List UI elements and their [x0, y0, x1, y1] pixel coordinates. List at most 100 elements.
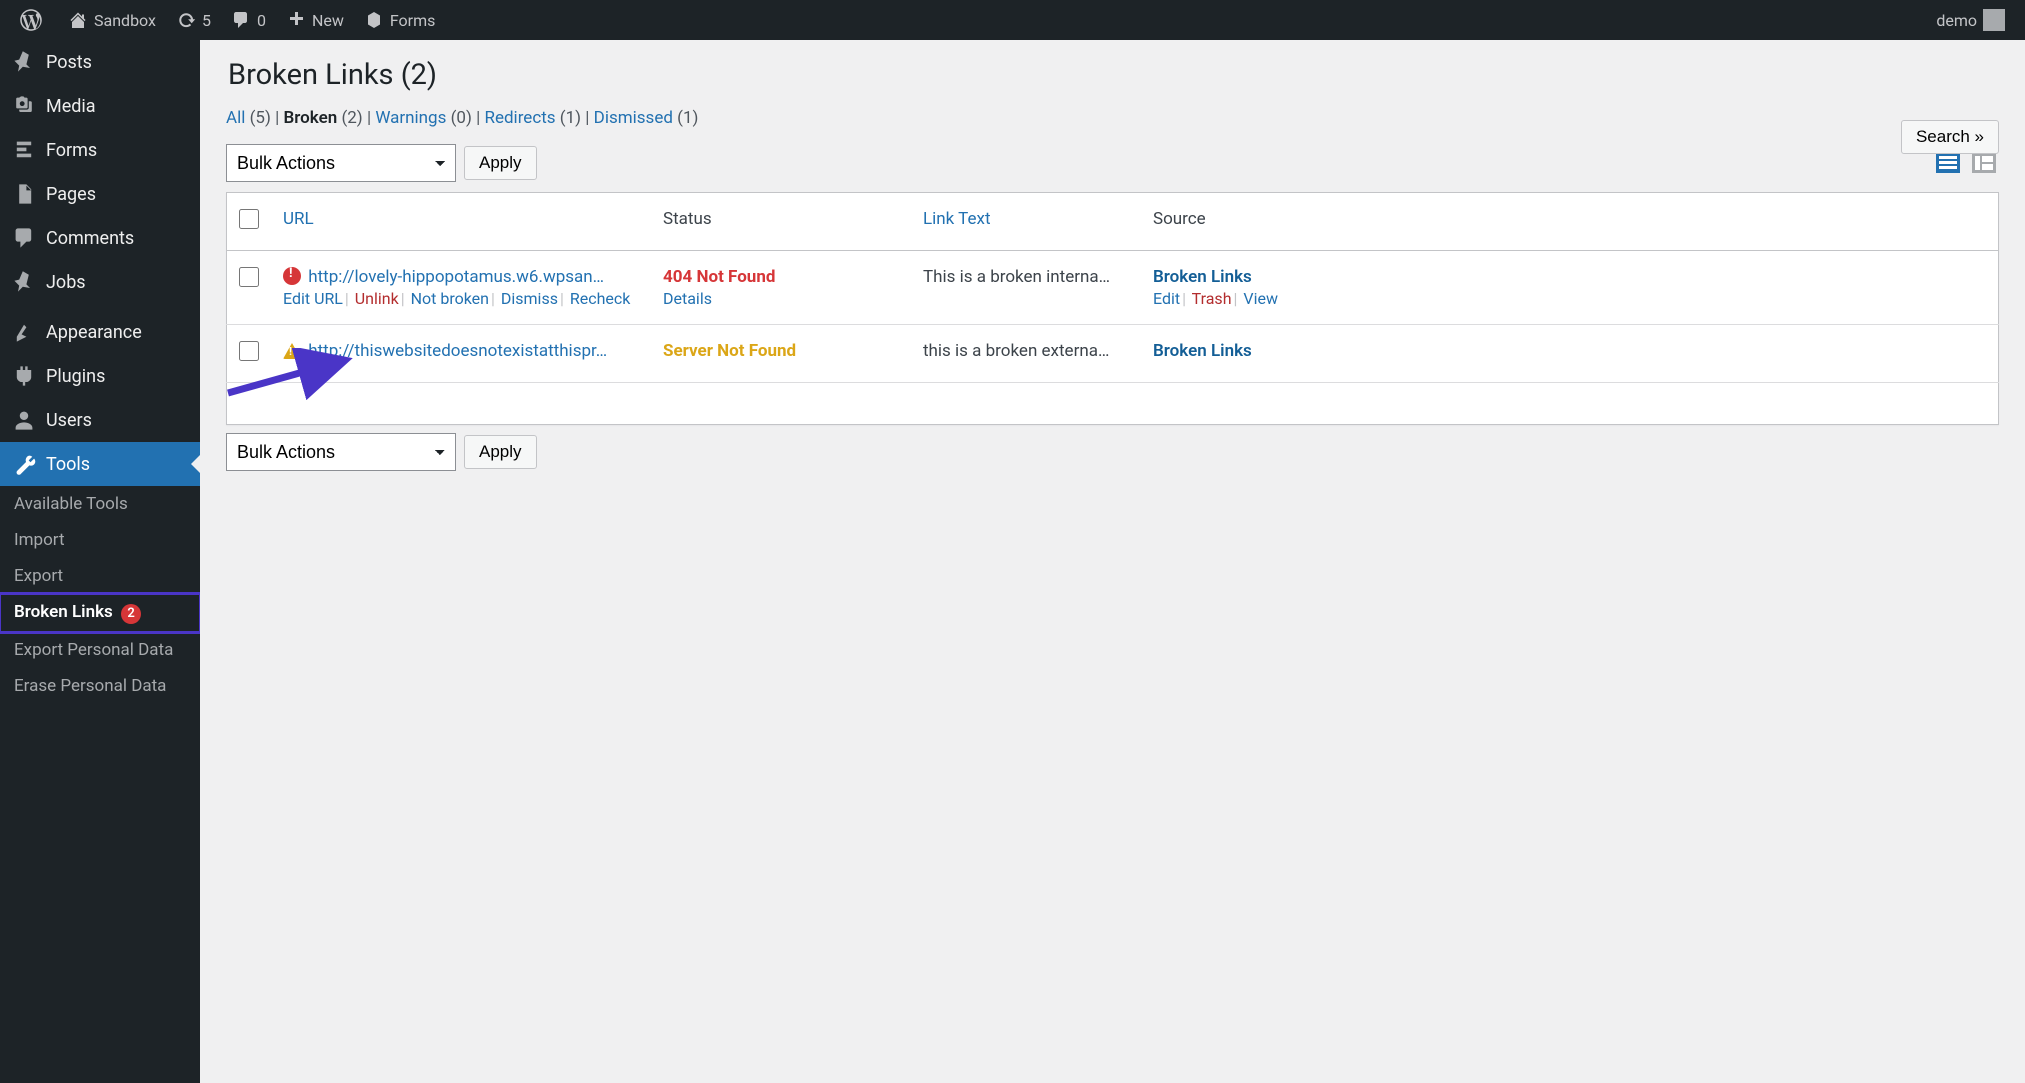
error-icon	[283, 267, 301, 285]
update-icon	[176, 10, 196, 30]
appearance-icon	[12, 320, 36, 344]
select-all-checkbox[interactable]	[239, 209, 259, 229]
action-not-broken[interactable]: Not broken	[411, 289, 489, 308]
bulk-apply-bottom[interactable]: Apply	[464, 435, 537, 469]
submenu-export[interactable]: Export	[0, 558, 200, 594]
row-url-link[interactable]: http://lovely-hippopotamus.w6.wpsan…	[308, 267, 604, 287]
filter-broken[interactable]: Broken	[283, 108, 337, 128]
my-account-menu[interactable]: demo	[1926, 0, 2015, 40]
links-table: URL Status Link Text Source http://lovel…	[226, 192, 1999, 425]
row-status: 404 Not Found	[663, 267, 775, 287]
column-source: Source	[1153, 209, 1206, 229]
filter-all-count: (5)	[250, 108, 271, 128]
filter-redirects-count: (1)	[560, 108, 581, 128]
column-linktext[interactable]: Link Text	[923, 209, 991, 229]
list-view-icon	[1936, 153, 1960, 173]
sidebar-item-label: Posts	[46, 52, 92, 73]
filter-all[interactable]: All	[226, 108, 245, 128]
media-icon	[12, 94, 36, 118]
submenu-broken-links[interactable]: Broken Links 2	[0, 594, 200, 632]
sidebar-item-forms[interactable]: Forms	[0, 128, 200, 172]
table-row: http://thiswebsitedoesnotexistatthispr… …	[227, 325, 1999, 383]
sidebar-item-label: Media	[46, 96, 96, 117]
action-edit-url[interactable]: Edit URL	[283, 289, 343, 308]
tablenav-top: Bulk Actions Apply	[226, 144, 1999, 182]
bulk-actions-select-top[interactable]: Bulk Actions	[226, 144, 456, 182]
sidebar-item-plugins[interactable]: Plugins	[0, 354, 200, 398]
submenu-erase-personal-data[interactable]: Erase Personal Data	[0, 668, 200, 704]
comments-count: 0	[257, 11, 266, 30]
admin-toolbar: Sandbox 5 0 New Forms demo	[0, 0, 2025, 40]
admin-sidebar: Posts Media Forms Pages Comments Jobs Ap…	[0, 40, 200, 1083]
sidebar-item-users[interactable]: Users	[0, 398, 200, 442]
sidebar-item-jobs[interactable]: Jobs	[0, 260, 200, 304]
forms-sidebar-icon	[12, 138, 36, 162]
filter-dismissed[interactable]: Dismissed	[594, 108, 673, 128]
avatar	[1983, 9, 2005, 31]
row-url-link[interactable]: http://thiswebsitedoesnotexistatthispr…	[308, 341, 607, 361]
wp-logo-menu[interactable]	[10, 0, 58, 40]
comments-menu[interactable]: 0	[221, 0, 276, 40]
sidebar-item-media[interactable]: Media	[0, 84, 200, 128]
action-details[interactable]: Details	[663, 289, 712, 308]
plugin-icon	[12, 364, 36, 388]
row-checkbox[interactable]	[239, 341, 259, 361]
tools-icon	[12, 452, 36, 476]
tablenav-bottom: Bulk Actions Apply	[226, 433, 1999, 471]
updates-menu[interactable]: 5	[166, 0, 221, 40]
sidebar-item-pages[interactable]: Pages	[0, 172, 200, 216]
sidebar-item-label: Jobs	[46, 272, 86, 293]
pushpin-icon	[12, 50, 36, 74]
bulk-actions-select-bottom[interactable]: Bulk Actions	[226, 433, 456, 471]
new-content-menu[interactable]: New	[276, 0, 354, 40]
filter-links: All (5) | Broken (2) | Warnings (0) | Re…	[226, 108, 1999, 128]
comments-icon	[12, 226, 36, 250]
action-edit[interactable]: Edit	[1153, 289, 1180, 308]
sidebar-item-label: Tools	[46, 454, 90, 475]
submenu-import[interactable]: Import	[0, 522, 200, 558]
action-dismiss[interactable]: Dismiss	[501, 289, 558, 308]
sidebar-item-label: Comments	[46, 228, 134, 249]
sidebar-item-label: Plugins	[46, 366, 105, 387]
sidebar-item-label: Pages	[46, 184, 96, 205]
filter-warnings-count: (0)	[451, 108, 472, 128]
column-url[interactable]: URL	[283, 209, 314, 229]
jobs-icon	[12, 270, 36, 294]
sidebar-item-label: Appearance	[46, 322, 142, 343]
warning-icon	[283, 343, 301, 359]
row-actions: Edit URL| Unlink| Not broken| Dismiss| R…	[283, 289, 639, 308]
filter-warnings[interactable]: Warnings	[375, 108, 446, 128]
plus-icon	[286, 10, 306, 30]
users-icon	[12, 408, 36, 432]
sidebar-item-tools[interactable]: Tools	[0, 442, 200, 486]
action-recheck[interactable]: Recheck	[570, 289, 631, 308]
submenu-export-personal-data[interactable]: Export Personal Data	[0, 632, 200, 668]
filter-redirects[interactable]: Redirects	[484, 108, 555, 128]
row-checkbox[interactable]	[239, 267, 259, 287]
site-name-label: Sandbox	[94, 11, 156, 30]
sidebar-item-appearance[interactable]: Appearance	[0, 310, 200, 354]
row-linktext: This is a broken interna…	[923, 267, 1110, 287]
action-trash[interactable]: Trash	[1192, 289, 1232, 308]
bulk-apply-top[interactable]: Apply	[464, 146, 537, 180]
main-content: Broken Links (2) Search » All (5) | Brok…	[200, 0, 2025, 501]
search-button[interactable]: Search »	[1901, 120, 1999, 154]
sidebar-item-label: Forms	[46, 140, 97, 161]
action-unlink[interactable]: Unlink	[355, 289, 399, 308]
sidebar-item-posts[interactable]: Posts	[0, 40, 200, 84]
column-status: Status	[663, 209, 712, 229]
new-label: New	[312, 11, 344, 30]
sidebar-item-comments[interactable]: Comments	[0, 216, 200, 260]
filter-broken-count: (2)	[341, 108, 362, 128]
action-view[interactable]: View	[1243, 289, 1278, 308]
comment-icon	[231, 10, 251, 30]
row-source-link[interactable]: Broken Links	[1153, 267, 1252, 287]
submenu-available-tools[interactable]: Available Tools	[0, 486, 200, 522]
home-icon	[68, 10, 88, 30]
forms-icon	[364, 10, 384, 30]
forms-menu[interactable]: Forms	[354, 0, 446, 40]
forms-label: Forms	[390, 11, 436, 30]
site-name-menu[interactable]: Sandbox	[58, 0, 166, 40]
updates-count: 5	[202, 11, 211, 30]
row-source-link[interactable]: Broken Links	[1153, 341, 1252, 361]
